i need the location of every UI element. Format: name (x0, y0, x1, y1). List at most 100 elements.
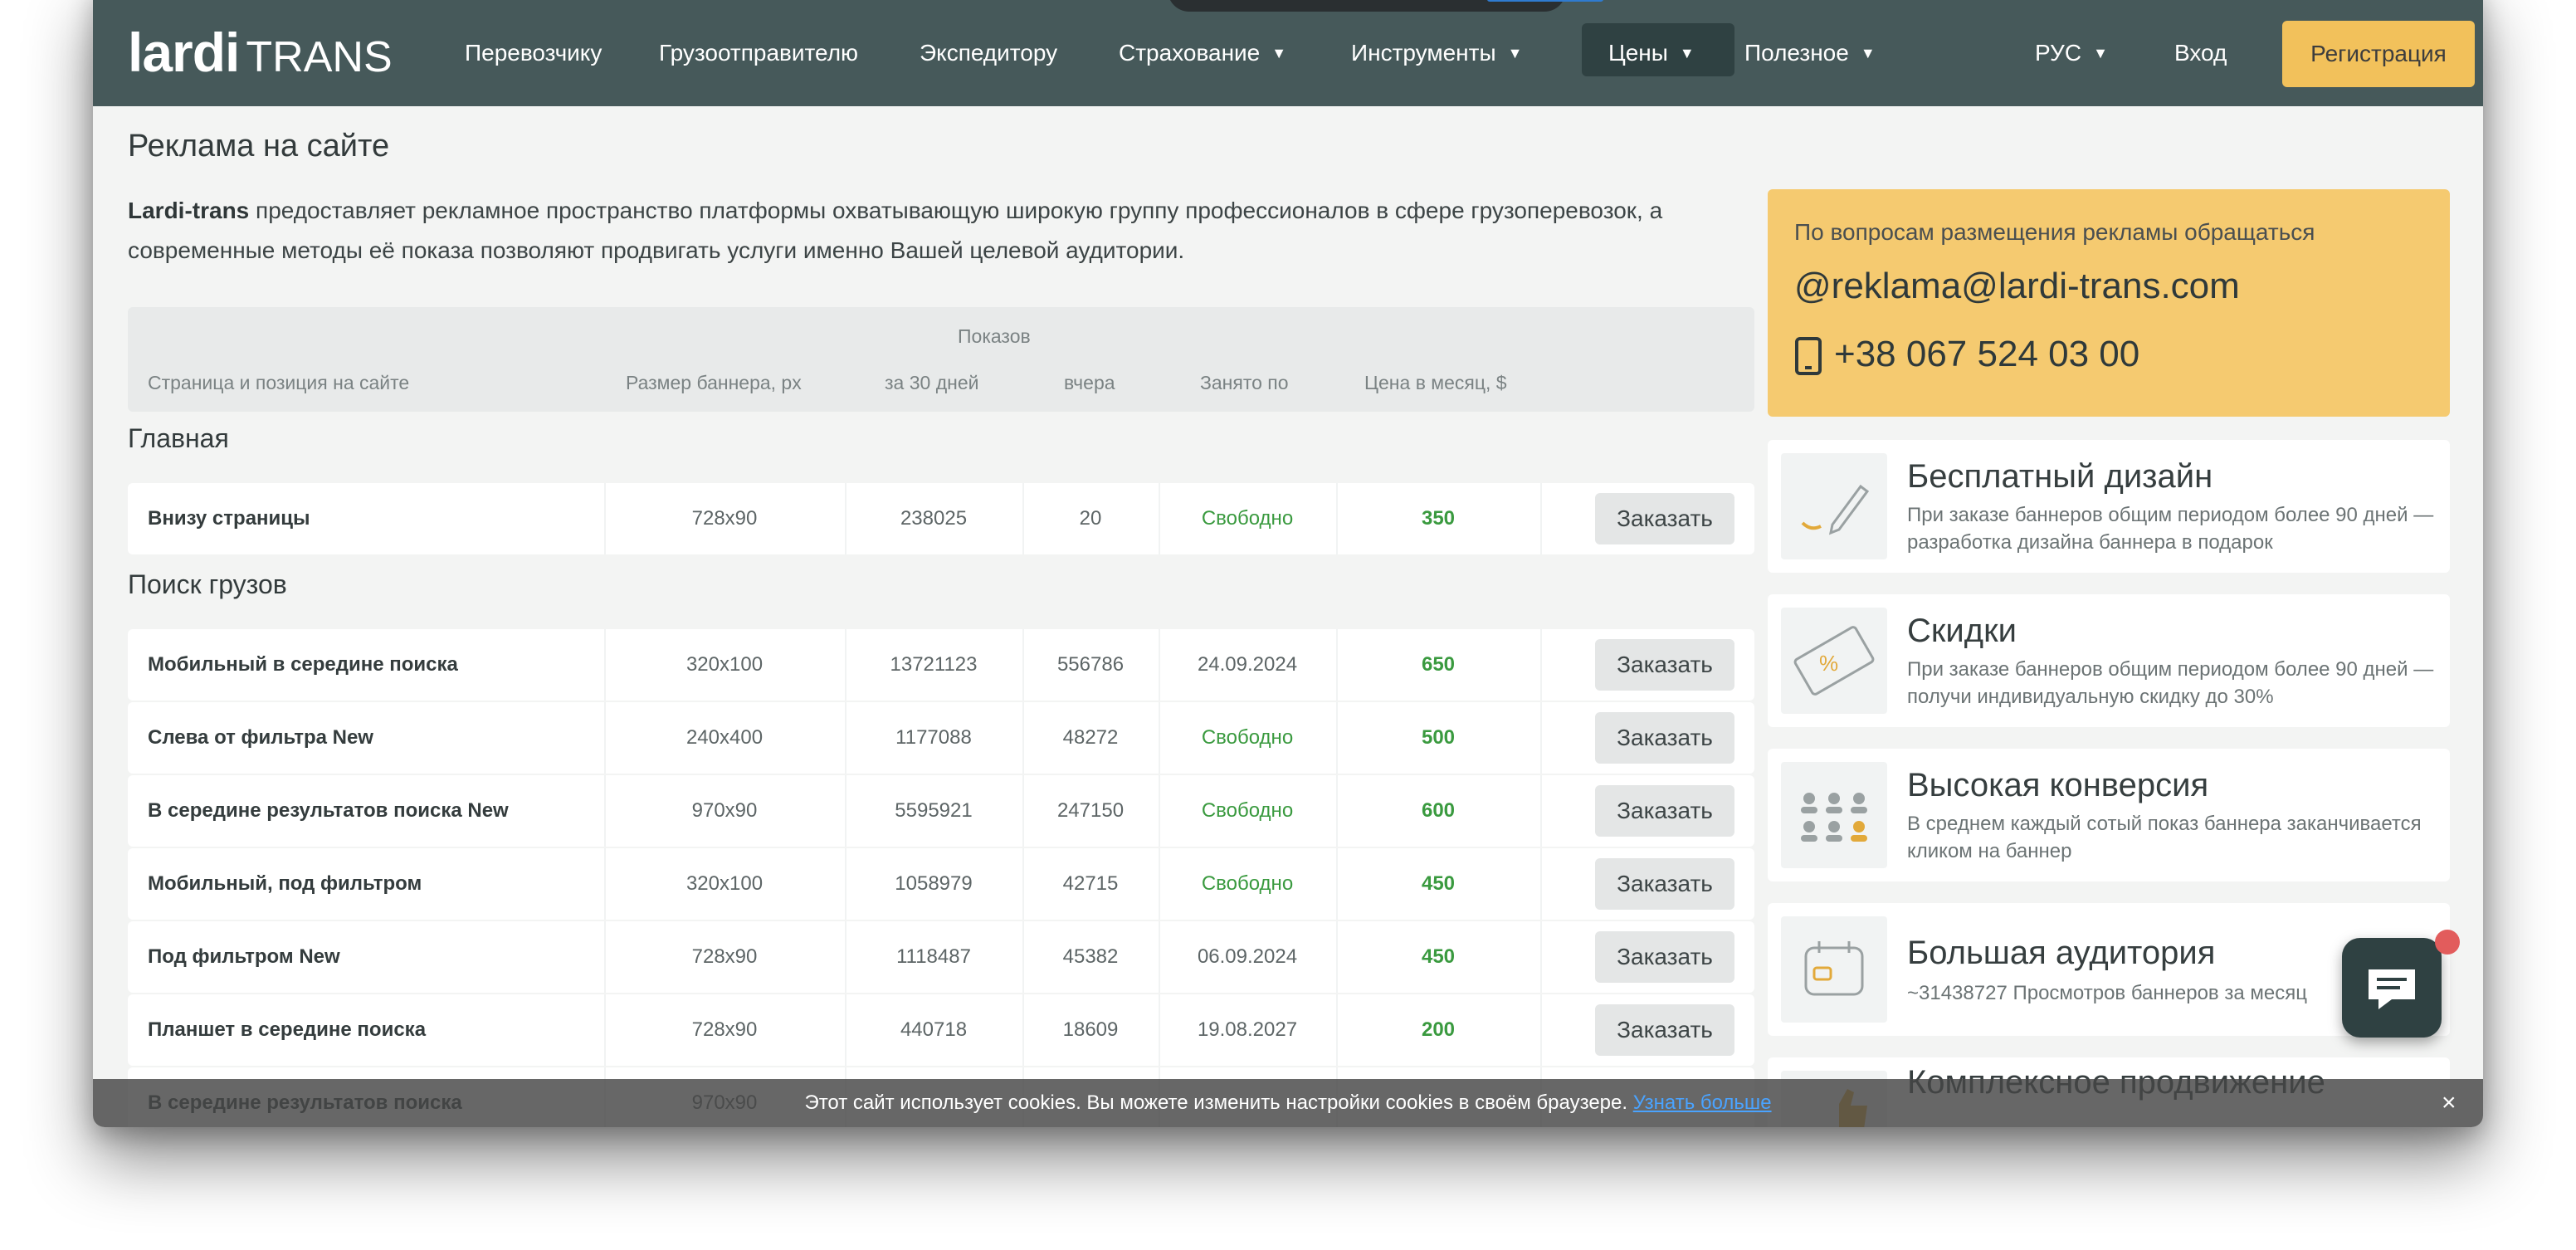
nav-label: Цены (1608, 40, 1668, 66)
audience-icon (1781, 762, 1887, 868)
contact-box: По вопросам размещения рекламы обращатьс… (1768, 189, 2450, 417)
feature-title: Высокая конверсия (1907, 767, 2209, 803)
feature-title: Бесплатный дизайн (1907, 458, 2213, 495)
nav-insurance[interactable]: Страхование ▼ (1119, 28, 1286, 78)
row-busy: 24.09.2024 (1197, 653, 1298, 676)
table-row: Слева от фильтра New 240x400 1177088 482… (128, 702, 1754, 774)
row-size: 728x90 (691, 1018, 758, 1041)
row-views30: 238025 (900, 507, 968, 530)
row-views30: 1118487 (896, 945, 971, 968)
row-size: 320x100 (685, 872, 764, 895)
feature-text: При заказе баннеров общим периодом более… (1907, 658, 2434, 708)
order-button[interactable]: Заказать (1595, 785, 1734, 837)
login-link[interactable]: Вход (2174, 28, 2227, 78)
caret-down-icon: ▼ (1507, 45, 1523, 61)
nav-label: Страхование (1119, 40, 1261, 66)
row-yesterday: 45382 (1062, 945, 1119, 968)
browser-window: lardi TRANS Перевозчику Грузоотправителю … (93, 0, 2483, 1127)
language-label: РУС (2035, 40, 2082, 66)
notch-indicator (1487, 0, 1603, 2)
calendar-icon-svg (1804, 941, 1864, 996)
feature-card: % Скидки При заказе баннеров общим перио… (1768, 594, 2450, 727)
table-row: Планшет в середине поиска 728x90 440718 … (128, 994, 1754, 1066)
chat-button[interactable] (2342, 938, 2442, 1038)
logo-main: lardi (128, 22, 240, 83)
row-price: 350 (1421, 507, 1456, 530)
language-selector[interactable]: РУС ▼ (2035, 28, 2108, 78)
column-divider (1540, 629, 1542, 701)
order-button[interactable]: Заказать (1595, 1004, 1734, 1056)
discount-ticket-icon: % (1781, 608, 1887, 714)
table-row: Внизу страницы 728x90 238025 20 Свободно… (128, 483, 1754, 554)
order-button[interactable]: Заказать (1595, 639, 1734, 691)
svg-text:%: % (1819, 651, 1838, 676)
row-price: 450 (1421, 872, 1456, 895)
row-price: 450 (1421, 945, 1456, 968)
nav-label: Экспедитору (920, 40, 1058, 66)
nav-shipper[interactable]: Грузоотправителю (659, 28, 858, 78)
cookie-message: Этот сайт использует cookies. Вы можете … (93, 1079, 2483, 1127)
row-yesterday: 42715 (1062, 872, 1119, 895)
row-size: 728x90 (691, 507, 758, 530)
contact-email[interactable]: @reklama@lardi-trans.com (1794, 266, 2240, 307)
pencil-icon-svg (1801, 484, 1870, 535)
row-price: 650 (1421, 653, 1456, 676)
feature-text: В среднем каждый сотый показ баннера зак… (1907, 813, 2422, 862)
nav-prices[interactable]: Цены ▼ (1608, 28, 1695, 78)
at-icon: @ (1794, 266, 1832, 306)
order-button[interactable]: Заказать (1595, 712, 1734, 764)
order-button[interactable]: Заказать (1595, 493, 1734, 544)
row-price: 200 (1421, 1018, 1456, 1041)
nav-carrier[interactable]: Перевозчику (465, 28, 602, 78)
audience-icon-svg (1801, 793, 1867, 842)
caret-down-icon: ▼ (2093, 45, 2108, 61)
feature-title: Большая аудитория (1907, 935, 2216, 971)
row-yesterday: 556786 (1056, 653, 1125, 676)
phone-icon (1795, 337, 1822, 376)
nav-forwarder[interactable]: Экспедитору (920, 28, 1057, 78)
column-divider (1540, 848, 1542, 920)
close-icon[interactable]: × (2442, 1079, 2456, 1127)
table-row: Мобильный, под фильтром 320x100 1058979 … (128, 848, 1754, 920)
nav-tools[interactable]: Инструменты ▼ (1351, 28, 1522, 78)
section-title-cargo-search: Поиск грузов (128, 569, 287, 599)
contact-email-value: reklama@lardi-trans.com (1831, 266, 2240, 306)
column-header-page: Страница и позиция на сайте (148, 372, 410, 393)
register-button[interactable]: Регистрация (2282, 21, 2475, 87)
row-views30: 5595921 (895, 799, 973, 822)
table-header: Показов Страница и позиция на сайте Разм… (128, 307, 1754, 412)
caret-down-icon: ▼ (1860, 45, 1876, 61)
intro-paragraph: Lardi-trans предоставляет рекламное прос… (128, 191, 1754, 271)
contact-phone-value: +38 067 524 03 00 (1834, 334, 2140, 374)
row-views30: 440718 (900, 1018, 968, 1041)
row-yesterday: 48272 (1062, 726, 1119, 749)
column-divider (1540, 775, 1542, 847)
row-name: Внизу страницы (148, 507, 310, 530)
feature-card: Высокая конверсия В среднем каждый сотый… (1768, 749, 2450, 881)
feature-card: Бесплатный дизайн При заказе баннеров об… (1768, 440, 2450, 573)
caret-down-icon: ▼ (1679, 45, 1695, 61)
cookie-learn-more-link[interactable]: Узнать больше (1633, 1091, 1772, 1114)
order-button[interactable]: Заказать (1595, 931, 1734, 983)
order-button[interactable]: Заказать (1595, 858, 1734, 910)
contact-heading: По вопросам размещения рекламы обращатьс… (1794, 219, 2315, 245)
row-views30: 13721123 (890, 653, 978, 676)
site-logo[interactable]: lardi TRANS (128, 21, 393, 83)
row-price: 500 (1421, 726, 1456, 749)
row-busy: Свободно (1201, 799, 1294, 822)
group-header-views: Показов (958, 325, 1031, 347)
row-busy: 19.08.2027 (1197, 1018, 1298, 1041)
nav-useful[interactable]: Полезное ▼ (1744, 28, 1876, 78)
cookie-text: Этот сайт использует cookies. Вы можете … (804, 1091, 1633, 1114)
chat-notification-dot (2435, 930, 2460, 955)
nav-label: Грузоотправителю (659, 40, 859, 66)
logo-sub: TRANS (246, 33, 393, 81)
window-notch (1168, 0, 1566, 12)
column-divider (1540, 702, 1542, 774)
table-row: Под фильтром New 728x90 1118487 45382 06… (128, 921, 1754, 993)
row-size: 240x400 (685, 726, 764, 749)
intro-text: предоставляет рекламное пространство пла… (128, 198, 1663, 263)
contact-phone[interactable]: +38 067 524 03 00 (1794, 334, 2140, 376)
row-name: Под фильтром New (148, 945, 340, 968)
row-size: 970x90 (691, 799, 758, 822)
